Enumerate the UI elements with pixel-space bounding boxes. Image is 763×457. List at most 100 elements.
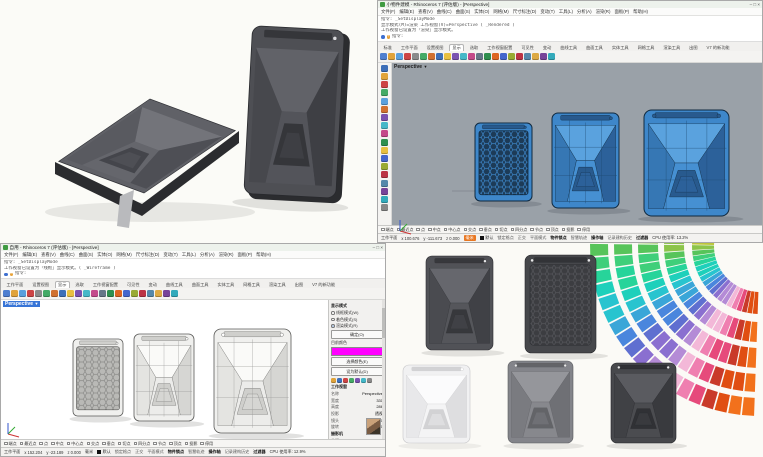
tool-icon[interactable]: [147, 290, 154, 297]
toolbar-tab[interactable]: 变动: [539, 44, 554, 51]
sidebar-tool-icon[interactable]: [381, 187, 388, 195]
status-toggle[interactable]: 记录建构历史: [225, 449, 250, 455]
toolbar-tab[interactable]: 实体工具: [608, 44, 632, 51]
toolbar-tab[interactable]: 设置视图: [423, 44, 447, 51]
toolbar-tab[interactable]: V7 的新功能: [703, 44, 733, 51]
viewport-label[interactable]: Perspective ▼: [394, 64, 427, 70]
tool-icon[interactable]: [11, 290, 18, 297]
panel-tab-icon[interactable]: [355, 377, 360, 383]
tool-icon[interactable]: [548, 53, 555, 60]
panel-tab-icon[interactable]: [331, 377, 336, 383]
tool-icon[interactable]: [51, 290, 58, 297]
menu-item[interactable]: 查看(V): [41, 252, 56, 258]
command-help-icon[interactable]: ?: [386, 34, 390, 39]
menu-item[interactable]: 分析(A): [200, 252, 215, 258]
tool-icon[interactable]: [107, 290, 114, 297]
panel-tab-icon[interactable]: [343, 377, 348, 383]
sidebar-tool-icon[interactable]: [381, 146, 388, 154]
tool-icon[interactable]: [171, 290, 178, 297]
property-row[interactable]: 名称 Perspective: [331, 391, 383, 397]
display-mode-radio[interactable]: 线框模式(W): [331, 310, 383, 316]
panel-scrollbar[interactable]: [382, 300, 385, 439]
color-button[interactable]: 设为默认(D): [331, 367, 383, 377]
panel-tab-icon[interactable]: [367, 377, 372, 383]
menu-item[interactable]: 网格(M): [493, 9, 508, 15]
wallpaper-thumbnail[interactable]: [366, 418, 381, 436]
status-toggle[interactable]: 正交: [135, 449, 143, 455]
menu-item[interactable]: 工具(L): [182, 252, 196, 258]
menu-item[interactable]: 面板(P): [614, 9, 629, 15]
tool-icon[interactable]: [99, 290, 106, 297]
tool-icon[interactable]: [412, 53, 419, 60]
toolbar-tab[interactable]: 显示: [54, 281, 70, 289]
tool-icon[interactable]: [524, 53, 531, 60]
viewport-perspective-shaded[interactable]: Perspective ▼: [392, 62, 762, 235]
tool-icon[interactable]: [75, 290, 82, 297]
tool-icon[interactable]: [3, 290, 10, 297]
tool-icon[interactable]: [428, 53, 435, 60]
toolbar-tab[interactable]: 可见性: [123, 281, 143, 288]
tool-icon[interactable]: [131, 290, 138, 297]
menu-item[interactable]: 编辑(E): [22, 252, 37, 258]
command-history[interactable]: 指令: _SetDisplayMode 显示模式(M)=渲染 工作视窗(V)=Pe…: [378, 16, 762, 42]
property-row[interactable]: 高度 286: [331, 404, 383, 410]
menu-item[interactable]: 文件(F): [4, 252, 18, 258]
cplane-menu[interactable]: 工作平面: [4, 449, 20, 455]
toolbar-tab[interactable]: 曲面工具: [583, 44, 607, 51]
tool-icon[interactable]: [163, 290, 170, 297]
tool-icon[interactable]: [396, 53, 403, 60]
tool-icon[interactable]: [540, 53, 547, 60]
command-prompt[interactable]: 指令:: [392, 34, 403, 40]
tool-icon[interactable]: [500, 53, 507, 60]
tool-icon[interactable]: [476, 53, 483, 60]
menu-item[interactable]: 曲面(S): [456, 9, 471, 15]
tool-icon[interactable]: [452, 53, 459, 60]
active-layer-chip[interactable]: 默认: [97, 449, 111, 455]
sidebar-tool-icon[interactable]: [381, 114, 388, 121]
menu-item[interactable]: 渲染(R): [219, 252, 234, 258]
panel-tab-icon[interactable]: [349, 377, 354, 383]
sidebar-tool-icon[interactable]: [381, 171, 388, 179]
menu-item[interactable]: 渲染(R): [596, 9, 611, 15]
menu-item[interactable]: 查看(V): [418, 9, 433, 15]
sidebar-tool-icon[interactable]: [381, 204, 388, 212]
sidebar-tool-icon[interactable]: [381, 73, 388, 81]
toolbar-tab[interactable]: 网格工具: [240, 281, 264, 288]
toolbar-tab[interactable]: 工作视窗配置: [89, 281, 121, 288]
tool-icon[interactable]: [492, 53, 499, 60]
wireframe-model-large[interactable]: [208, 328, 305, 440]
toolbar-tab[interactable]: 设置视图: [29, 281, 53, 288]
toolbar-tab[interactable]: 工作视窗配置: [484, 44, 516, 51]
sidebar-tool-icon[interactable]: [381, 105, 388, 113]
tool-icon[interactable]: [155, 290, 162, 297]
toolbar-tab[interactable]: 出图: [686, 44, 701, 51]
units-chip[interactable]: 毫米: [85, 449, 93, 455]
status-toggle[interactable]: 智慧轨迹: [188, 449, 204, 455]
tool-icon[interactable]: [388, 53, 395, 60]
toolbar-tab[interactable]: 曲面工具: [188, 281, 212, 288]
sidebar-tool-icon[interactable]: [381, 64, 388, 72]
tool-icon[interactable]: [139, 290, 146, 297]
current-color-swatch[interactable]: [331, 347, 383, 357]
command-option-icon[interactable]: [381, 35, 385, 39]
window-buttons[interactable]: – □ ×: [750, 2, 760, 7]
toolbar-tab[interactable]: 标准: [380, 44, 395, 51]
toolbar-tab[interactable]: 网格工具: [634, 44, 658, 51]
wireframe-models-canvas[interactable]: [1, 300, 328, 443]
tool-icon[interactable]: [516, 53, 523, 60]
toolbar-tab[interactable]: 可见性: [518, 44, 538, 51]
viewport-label[interactable]: Perspective ▼: [3, 301, 41, 308]
tool-icon[interactable]: [508, 53, 515, 60]
toolbar-tab[interactable]: 选取: [466, 44, 481, 51]
menu-item[interactable]: 实体(O): [97, 252, 112, 258]
menu-item[interactable]: 分析(A): [577, 9, 592, 15]
menu-item[interactable]: 帮助(H): [256, 252, 271, 258]
menu-item[interactable]: 文件(F): [381, 9, 395, 15]
menu-item[interactable]: 编辑(E): [399, 9, 414, 15]
status-toggle[interactable]: 锁定格点: [115, 449, 131, 455]
menu-item[interactable]: 实体(O): [474, 9, 489, 15]
toolbar-tab[interactable]: 渲染工具: [660, 44, 684, 51]
menu-item[interactable]: 帮助(H): [633, 9, 648, 15]
status-toggle[interactable]: 过滤器: [253, 449, 265, 455]
toolbar-tab[interactable]: V7 的新功能: [309, 281, 339, 288]
